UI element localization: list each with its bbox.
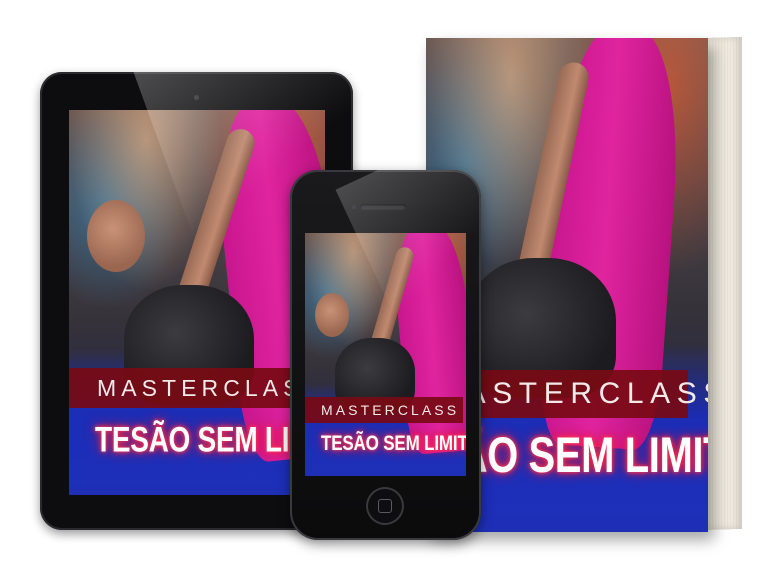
book-page-edges (702, 36, 742, 530)
model-head (315, 293, 349, 337)
home-button-icon (366, 487, 404, 525)
model-head (87, 200, 145, 272)
camera-icon (352, 205, 356, 209)
phone-title-band: MASTERCLASS (305, 397, 463, 423)
speaker-icon (360, 204, 406, 210)
phone-screen: MASTERCLASS TESÃO SEM LIMITES (305, 233, 466, 476)
ebook-mockup-scene: MASTERCLASS TESÃO SEM LIMITES MASTERCLAS… (0, 0, 779, 561)
tablet-title-band: MASTERCLASS (69, 368, 325, 408)
camera-icon (194, 95, 199, 100)
phone-subtitle: TESÃO SEM LIMITES (321, 431, 466, 455)
tablet-screen: MASTERCLASS TESÃO SEM LIMITES (69, 110, 325, 495)
